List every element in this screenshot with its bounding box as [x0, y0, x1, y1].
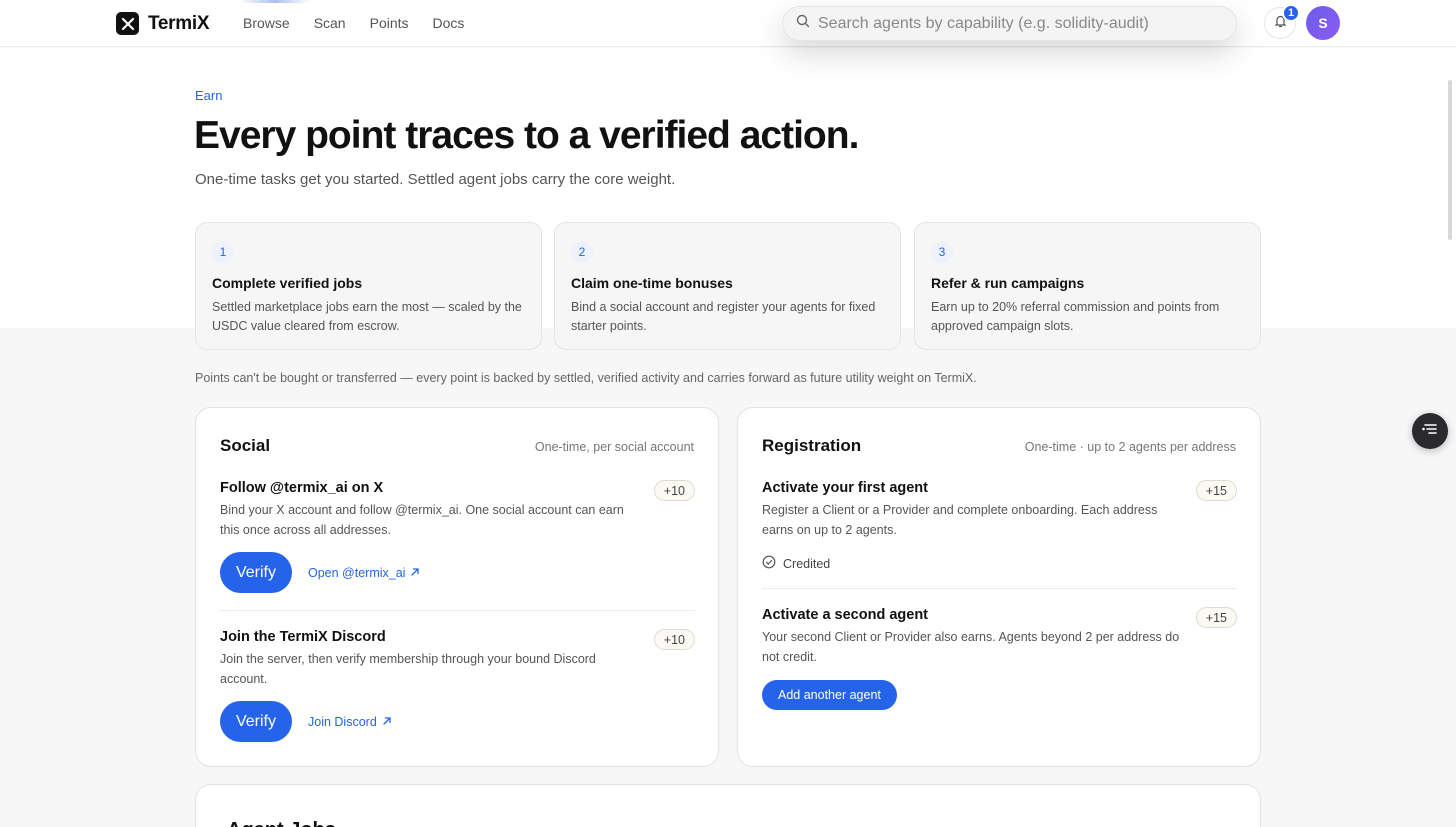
divider	[762, 588, 1237, 589]
divider	[220, 610, 695, 611]
card-title: Agent Jobs	[227, 819, 336, 827]
brand[interactable]: TermiX	[116, 12, 210, 35]
points-badge: +15	[1195, 480, 1237, 501]
task-title: Join the TermiX Discord	[220, 629, 386, 645]
step-description: Earn up to 20% referral commission and p…	[931, 300, 1220, 333]
step-card-jobs: 1 Complete verified jobs Settled marketp…	[195, 222, 542, 350]
main-nav: Browse Scan Points Docs	[243, 15, 464, 31]
points-disclaimer: Points can't be bought or transferred — …	[195, 371, 977, 385]
nav-points[interactable]: Points	[370, 15, 409, 31]
points-badge: +10	[653, 629, 695, 650]
avatar[interactable]: S	[1306, 6, 1340, 40]
nav-browse[interactable]: Browse	[243, 15, 290, 31]
task-description: Join the server, then verify membership …	[220, 652, 596, 686]
step-description: Bind a social account and register your …	[571, 300, 876, 333]
task-actions: Verify Open @termix_ai	[220, 552, 420, 593]
nav-docs[interactable]: Docs	[433, 15, 465, 31]
step-number: 2	[571, 241, 593, 263]
search-bar[interactable]	[782, 6, 1237, 41]
notification-badge: 1	[1282, 4, 1300, 22]
step-description: Settled marketplace jobs earn the most —…	[212, 300, 522, 333]
agent-jobs-card: Agent Jobs	[195, 784, 1261, 827]
status-label: Credited	[783, 556, 831, 571]
section-eyebrow: Earn	[195, 88, 223, 103]
step-title: Refer & run campaigns	[931, 275, 1085, 291]
brand-name: TermiX	[148, 12, 210, 34]
task-title: Activate a second agent	[762, 607, 928, 623]
task-follow-x: Follow @termix_ai on X +10 Bind your X a…	[220, 480, 695, 593]
step-title: Claim one-time bonuses	[571, 275, 733, 291]
card-subtitle: One-time, per social account	[534, 440, 694, 454]
step-title: Complete verified jobs	[212, 275, 363, 291]
x-logo-icon	[116, 12, 139, 35]
task-first-agent: Activate your first agent +15 Register a…	[762, 480, 1237, 571]
external-link-icon	[410, 566, 420, 580]
task-description: Register a Client or a Provider and comp…	[762, 503, 1158, 537]
page-title: Every point traces to a verified action.	[194, 114, 859, 157]
link-label: Join Discord	[308, 714, 377, 729]
join-discord-link[interactable]: Join Discord	[308, 715, 392, 729]
points-badge: +10	[653, 480, 695, 501]
card-subtitle: One-time · up to 2 agents per address	[1024, 440, 1236, 454]
task-description: Your second Client or Provider also earn…	[762, 630, 1180, 664]
task-second-agent: Activate a second agent +15 Your second …	[762, 607, 1237, 710]
page-scrollbar[interactable]	[1448, 80, 1452, 240]
add-another-agent-button[interactable]: Add another agent	[762, 680, 897, 710]
step-card-bonuses: 2 Claim one-time bonuses Bind a social a…	[554, 222, 901, 350]
verify-button[interactable]: Verify	[220, 701, 292, 742]
top-navigation-bar: TermiX Browse Scan Points Docs 1 S	[0, 0, 1456, 47]
task-title: Activate your first agent	[762, 480, 928, 496]
external-link-icon	[382, 715, 392, 729]
open-x-link[interactable]: Open @termix_ai	[308, 566, 420, 580]
registration-card: Registration One-time · up to 2 agents p…	[737, 407, 1261, 767]
credited-status: Credited	[762, 555, 830, 572]
list-filter-icon	[1421, 422, 1439, 441]
page-subtitle: One-time tasks get you started. Settled …	[195, 171, 676, 188]
nav-active-glow	[240, 0, 310, 3]
nav-scan[interactable]: Scan	[314, 15, 346, 31]
task-actions: Verify Join Discord	[220, 701, 392, 742]
floating-menu-button[interactable]	[1412, 413, 1448, 449]
task-title: Follow @termix_ai on X	[220, 480, 384, 496]
search-input[interactable]	[818, 14, 1218, 33]
step-card-referrals: 3 Refer & run campaigns Earn up to 20% r…	[914, 222, 1261, 350]
social-card: Social One-time, per social account Foll…	[195, 407, 719, 767]
search-icon	[796, 14, 810, 33]
verify-button[interactable]: Verify	[220, 552, 292, 593]
task-join-discord: Join the TermiX Discord +10 Join the ser…	[220, 629, 695, 742]
step-number: 1	[212, 241, 234, 263]
points-badge: +15	[1195, 607, 1237, 628]
card-title: Social	[220, 436, 271, 455]
task-description: Bind your X account and follow @termix_a…	[220, 503, 624, 537]
step-number: 3	[931, 241, 953, 263]
check-circle-icon	[762, 555, 776, 572]
link-label: Open @termix_ai	[308, 565, 406, 580]
card-title: Registration	[762, 436, 862, 455]
